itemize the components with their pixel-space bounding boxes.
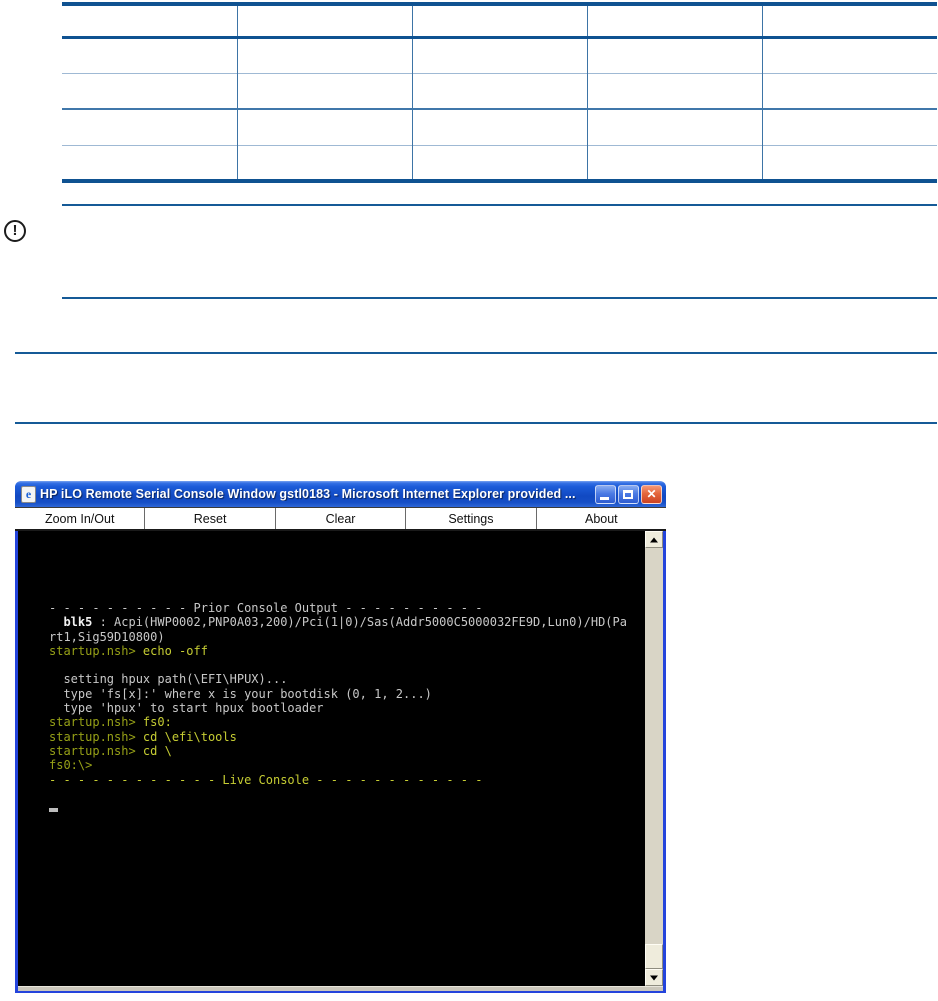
down-arrow-icon (650, 975, 658, 980)
section-divider (62, 297, 937, 299)
scrollbar-thumb[interactable] (645, 944, 663, 969)
console-text-segment: echo -off (135, 643, 208, 658)
section-divider (15, 352, 937, 354)
console-line: startup.nsh> cd \ (49, 744, 645, 758)
table-row (62, 109, 937, 145)
table-row (62, 4, 937, 37)
console-text-segment: cd \ (135, 743, 172, 758)
table-cell (761, 37, 937, 73)
console-line: type 'fs[x]:' where x is your bootdisk (… (49, 687, 645, 701)
console-line: type 'hpux' to start hpux bootloader (49, 701, 645, 715)
scrollbar-track[interactable] (645, 531, 663, 986)
toolbar-button-reset[interactable]: Reset (144, 508, 275, 529)
toolbar-button-settings[interactable]: Settings (405, 508, 536, 529)
console-text-segment: fs0: (135, 715, 172, 730)
terminal-cursor (49, 808, 58, 813)
console-text-segment (49, 615, 63, 629)
console-text-segment: - - - - - - - - - - Prior Console Output… (49, 601, 483, 615)
window-title-bar[interactable]: e HP iLO Remote Serial Console Window gs… (15, 481, 666, 507)
table-cell (411, 145, 587, 181)
internet-explorer-icon: e (21, 485, 36, 503)
table-cell (761, 4, 937, 37)
console-line (49, 801, 645, 815)
console-line: startup.nsh> cd \efi\tools (49, 730, 645, 744)
table-cell (411, 4, 587, 37)
table-cell (236, 109, 412, 145)
table-cell (586, 37, 762, 73)
console-text-segment: cd \efi\tools (135, 729, 237, 744)
table-row (62, 145, 937, 181)
spec-table-body (62, 4, 937, 181)
console-line: startup.nsh> fs0: (49, 715, 645, 729)
table-cell (586, 4, 762, 37)
table-cell (236, 73, 412, 109)
maximize-icon (623, 489, 633, 499)
table-cell (236, 37, 412, 73)
console-text-segment: startup.nsh> (49, 643, 136, 658)
console-line: - - - - - - - - - - - - Live Console - -… (49, 773, 645, 787)
table-cell (236, 4, 412, 37)
console-text-segment: setting hpux path(\EFI\HPUX)... (49, 672, 288, 687)
window-title: HP iLO Remote Serial Console Window gstl… (40, 487, 576, 501)
table-cell (761, 73, 937, 109)
important-icon: ! (4, 220, 26, 242)
document-page: ! e HP iLO Remote Serial Console Window … (0, 0, 938, 1001)
up-arrow-icon (650, 537, 658, 542)
scroll-down-button[interactable] (645, 969, 663, 986)
scroll-up-button[interactable] (645, 531, 663, 548)
table-cell (62, 4, 237, 37)
console-text-segment: blk5 (63, 615, 93, 630)
console-window: e HP iLO Remote Serial Console Window gs… (15, 481, 667, 993)
section-divider (62, 204, 937, 206)
toolbar-button-clear[interactable]: Clear (274, 508, 406, 529)
table-cell (62, 145, 237, 181)
console-text-segment: : Acpi(HWP0002,PNP0A03,200)/Pci(1|0)/Sas… (92, 615, 627, 630)
console-line: startup.nsh> echo -off (49, 644, 645, 658)
console-text-segment: startup.nsh> (49, 743, 136, 758)
console-text-segment: - - - - - - - - - - - - Live Console - -… (49, 772, 483, 787)
toolbar-button-about[interactable]: About (535, 508, 667, 529)
table-cell (586, 145, 762, 181)
table-cell (586, 73, 762, 109)
table-cell (586, 109, 762, 145)
console-line: setting hpux path(\EFI\HPUX)... (49, 672, 645, 686)
window-bottom-strip (18, 986, 663, 991)
minimize-icon (600, 496, 609, 500)
maximize-button[interactable] (618, 484, 639, 504)
table-cell (411, 73, 587, 109)
table-cell (411, 37, 587, 73)
console-text-segment: fs0:\> (49, 758, 93, 773)
close-button[interactable]: ✕ (641, 484, 662, 504)
table-cell (236, 145, 412, 181)
console-text-segment: type 'fs[x]:' where x is your bootdisk (… (49, 686, 432, 701)
section-divider (15, 422, 937, 424)
console-output[interactable]: - - - - - - - - - - Prior Console Output… (18, 531, 645, 986)
table-cell (62, 109, 237, 145)
table-row (62, 37, 937, 73)
spec-table (62, 2, 937, 183)
console-text-segment: type 'hpux' to start hpux bootloader (49, 701, 324, 716)
table-row (62, 73, 937, 109)
minimize-button[interactable] (595, 484, 616, 504)
console-text-segment: rt1,Sig59D10800) (49, 629, 165, 644)
console-line: - - - - - - - - - - Prior Console Output… (49, 601, 645, 615)
console-line: rt1,Sig59D10800) (49, 630, 645, 644)
console-line: blk5 : Acpi(HWP0002,PNP0A03,200)/Pci(1|0… (49, 615, 645, 629)
console-area: - - - - - - - - - - Prior Console Output… (18, 531, 663, 986)
console-toolbar: Zoom In/Out Reset Clear Settings About (15, 507, 667, 531)
table-cell (761, 109, 937, 145)
table-cell (761, 145, 937, 181)
table-cell (62, 73, 237, 109)
table-cell (62, 37, 237, 73)
console-text-segment: startup.nsh> (49, 729, 136, 744)
table-cell (411, 109, 587, 145)
console-text-segment: startup.nsh> (49, 715, 136, 730)
toolbar-button-zoom-in-out[interactable]: Zoom In/Out (15, 508, 145, 529)
console-line: fs0:\> (49, 758, 645, 772)
